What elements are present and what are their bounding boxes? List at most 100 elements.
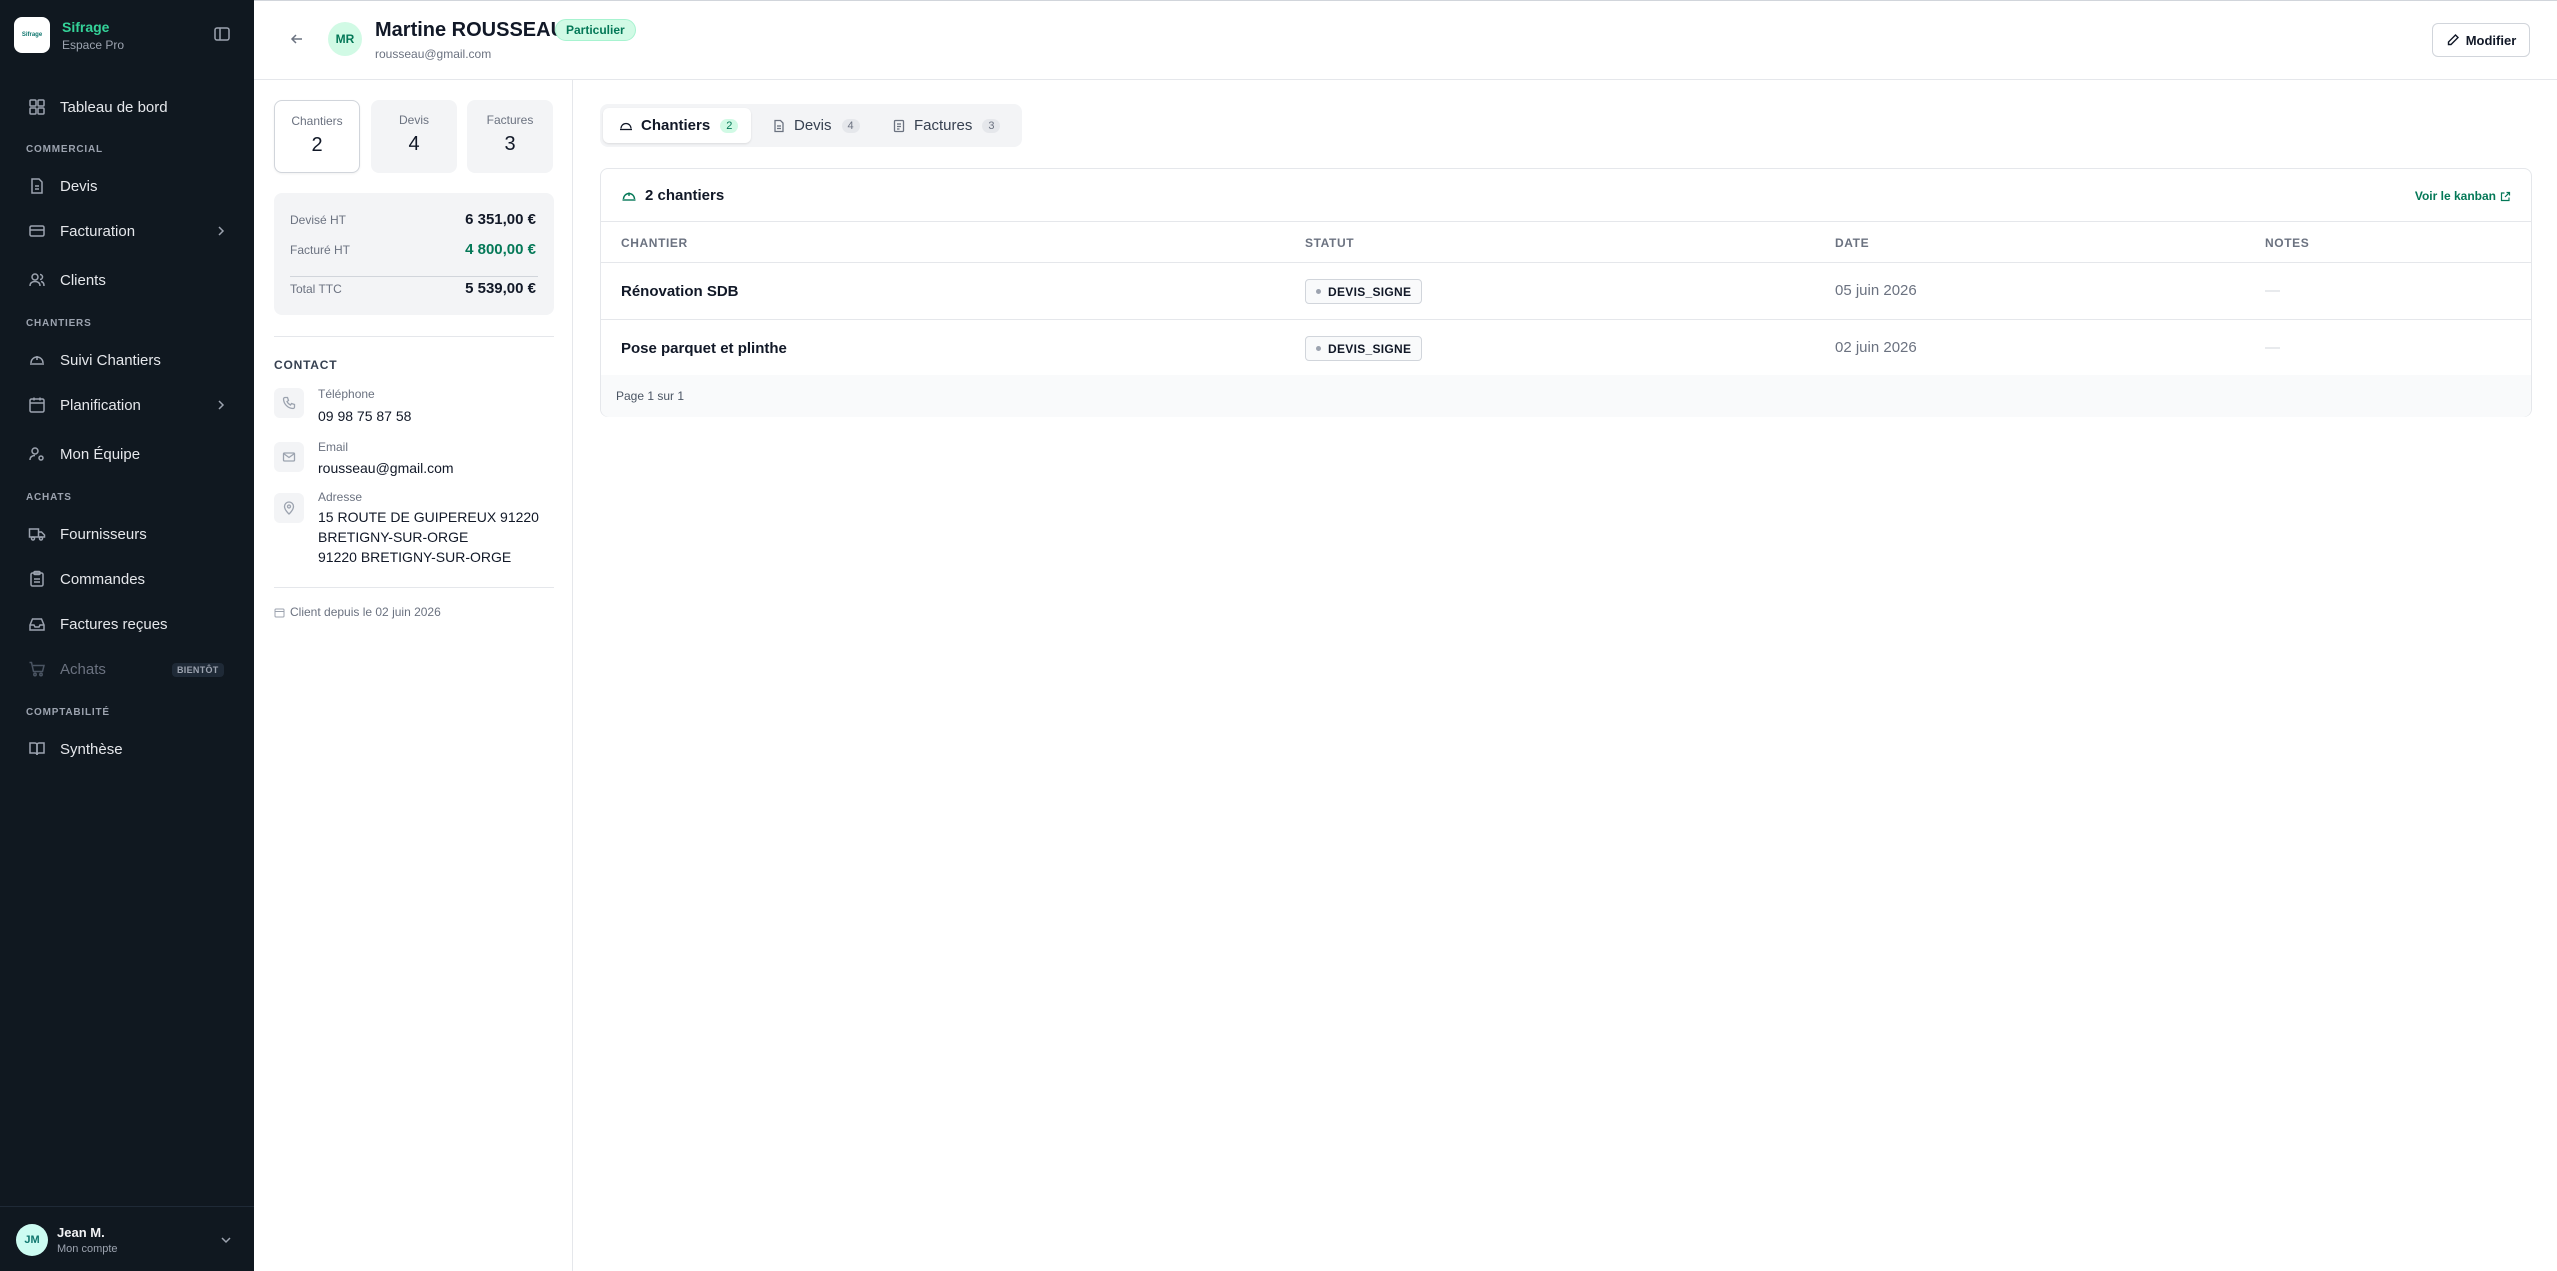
edit-button-label: Modifier bbox=[2465, 32, 2517, 48]
calendar-icon bbox=[274, 608, 285, 617]
status-text: DEVIS_SIGNE bbox=[1328, 284, 1412, 299]
total-ttc-label: Total TTC bbox=[290, 282, 342, 296]
sidebar-item-synthese[interactable]: Synthèse bbox=[16, 731, 238, 767]
phone-value[interactable]: 09 98 75 87 58 bbox=[318, 406, 411, 426]
tab-count: 4 bbox=[841, 118, 860, 133]
phone-label: Téléphone bbox=[318, 387, 375, 401]
page-title: Martine ROUSSEAU bbox=[375, 19, 566, 41]
status-badge: DEVIS_SIGNE bbox=[1305, 336, 1423, 361]
status-badge: DEVIS_SIGNE bbox=[1305, 279, 1423, 304]
client-email: rousseau@gmail.com bbox=[375, 47, 492, 61]
sidebar-toggle-icon[interactable] bbox=[213, 25, 231, 43]
sidebar-item-dashboard[interactable]: Tableau de bord bbox=[16, 89, 238, 125]
sidebar-item-factures-recues[interactable]: Factures reçues bbox=[16, 606, 238, 642]
document-icon bbox=[31, 178, 43, 194]
map-pin-icon bbox=[274, 493, 304, 523]
sidebar-item-label: Fournisseurs bbox=[60, 525, 147, 543]
chantiers-table-card: 2 chantiers Voir le kanban CHANTIER STAT… bbox=[600, 168, 2532, 417]
user-cog-icon bbox=[29, 447, 44, 461]
column-header[interactable]: CHANTIER bbox=[621, 236, 688, 250]
chantier-notes: — bbox=[2265, 282, 2280, 299]
sidebar-item-label: Synthèse bbox=[60, 740, 123, 758]
tab-count: 3 bbox=[982, 118, 1001, 133]
card-title-text: 2 chantiers bbox=[645, 187, 725, 204]
stat-card-chantiers[interactable]: Chantiers 2 bbox=[274, 100, 360, 173]
status-text: DEVIS_SIGNE bbox=[1328, 341, 1412, 356]
address-line-1: 15 ROUTE DE GUIPEREUX 91220 bbox=[318, 509, 539, 525]
book-icon bbox=[29, 742, 45, 756]
column-header[interactable]: NOTES bbox=[2265, 236, 2309, 250]
sidebar-item-fournisseurs[interactable]: Fournisseurs bbox=[16, 516, 238, 552]
avatar: JM bbox=[16, 1224, 48, 1256]
tab-label: Factures bbox=[914, 117, 973, 134]
sidebar-item-equipe[interactable]: Mon Équipe bbox=[16, 436, 238, 472]
column-header[interactable]: STATUT bbox=[1305, 236, 1354, 250]
facture-ht-value: 4 800,00 € bbox=[465, 241, 536, 258]
devise-ht-label: Devisé HT bbox=[290, 213, 347, 227]
stat-value: 4 bbox=[408, 133, 420, 155]
kanban-link[interactable]: Voir le kanban bbox=[2415, 189, 2511, 203]
sidebar-item-label: Tableau de bord bbox=[60, 98, 168, 116]
divider bbox=[274, 587, 554, 588]
card-title: 2 chantiers bbox=[621, 187, 724, 204]
hard-hat-icon bbox=[620, 122, 632, 130]
sidebar-item-label: Commandes bbox=[60, 570, 146, 588]
section-chantiers: CHANTIERS bbox=[26, 318, 92, 329]
table-footer: Page 1 sur 1 bbox=[601, 375, 2531, 417]
mail-icon bbox=[274, 442, 304, 472]
chantier-name: Rénovation SDB bbox=[621, 283, 739, 300]
sidebar-item-label: Achats bbox=[60, 660, 106, 678]
table-row[interactable]: Rénovation SDB DEVIS_SIGNE 05 juin 2026 … bbox=[601, 263, 2531, 320]
sidebar-item-label: Clients bbox=[60, 271, 106, 289]
tab-devis[interactable]: Devis 4 bbox=[760, 108, 872, 143]
users-icon bbox=[29, 273, 45, 287]
address-line-3: 91220 BRETIGNY-SUR-ORGE bbox=[318, 549, 512, 565]
brand[interactable]: Sifrage Sifrage Espace Pro bbox=[14, 17, 240, 53]
totals-divider bbox=[290, 276, 538, 277]
client-avatar: MR bbox=[328, 22, 362, 56]
sidebar-item-label: Planification bbox=[60, 396, 141, 414]
sidebar-item-suivi-chantiers[interactable]: Suivi Chantiers bbox=[16, 342, 238, 378]
chantier-date: 05 juin 2026 bbox=[1835, 282, 1917, 299]
kanban-link-label: Voir le kanban bbox=[2414, 189, 2496, 203]
stat-label: Devis bbox=[398, 113, 429, 127]
chevron-right-icon bbox=[218, 226, 225, 236]
divider bbox=[274, 336, 554, 337]
table-row[interactable]: Pose parquet et plinthe DEVIS_SIGNE 02 j… bbox=[601, 320, 2531, 377]
chevron-down-icon bbox=[221, 1237, 231, 1244]
sidebar-item-commandes[interactable]: Commandes bbox=[16, 561, 238, 597]
sidebar-item-label: Factures reçues bbox=[60, 615, 168, 633]
sidebar-item-clients[interactable]: Clients bbox=[16, 262, 238, 298]
section-achats: ACHATS bbox=[26, 492, 72, 503]
user-menu[interactable]: JM Jean M. Mon compte bbox=[0, 1206, 254, 1271]
truck-icon bbox=[28, 528, 46, 541]
stat-value: 3 bbox=[504, 133, 516, 155]
email-value[interactable]: rousseau@gmail.com bbox=[318, 458, 454, 478]
hard-hat-icon bbox=[30, 356, 44, 365]
sidebar-item-label: Facturation bbox=[60, 222, 136, 240]
cart-icon bbox=[29, 661, 45, 677]
column-header[interactable]: DATE bbox=[1835, 236, 1869, 250]
total-ttc-value: 5 539,00 € bbox=[465, 280, 536, 297]
stat-card-factures[interactable]: Factures 3 bbox=[467, 100, 553, 173]
chantier-notes: — bbox=[2265, 339, 2280, 356]
sidebar-item-devis[interactable]: Devis bbox=[16, 168, 238, 204]
facture-ht-label: Facturé HT bbox=[290, 243, 351, 257]
pencil-icon bbox=[2447, 34, 2459, 46]
chevron-right-icon bbox=[218, 400, 225, 410]
contact-title: CONTACT bbox=[274, 358, 338, 372]
document-icon bbox=[774, 119, 784, 132]
client-since: Client depuis le 02 juin 2026 bbox=[274, 605, 441, 619]
tab-factures[interactable]: Factures 3 bbox=[880, 108, 1015, 143]
stat-card-devis[interactable]: Devis 4 bbox=[371, 100, 457, 173]
sidebar-item-planification[interactable]: Planification bbox=[16, 387, 238, 423]
external-link-icon bbox=[2500, 191, 2511, 201]
sidebar-item-facturation[interactable]: Facturation bbox=[16, 213, 238, 249]
dashboard-icon bbox=[29, 99, 45, 115]
soon-badge: BIENTÔT bbox=[172, 663, 224, 677]
edit-button[interactable]: Modifier bbox=[2432, 23, 2530, 57]
totals-box: Devisé HT 6 351,00 € Facturé HT 4 800,00… bbox=[274, 193, 554, 315]
client-since-text: Client depuis le 02 juin 2026 bbox=[290, 605, 441, 619]
tab-chantiers[interactable]: Chantiers 2 bbox=[603, 108, 751, 143]
back-arrow-icon[interactable] bbox=[288, 30, 306, 48]
